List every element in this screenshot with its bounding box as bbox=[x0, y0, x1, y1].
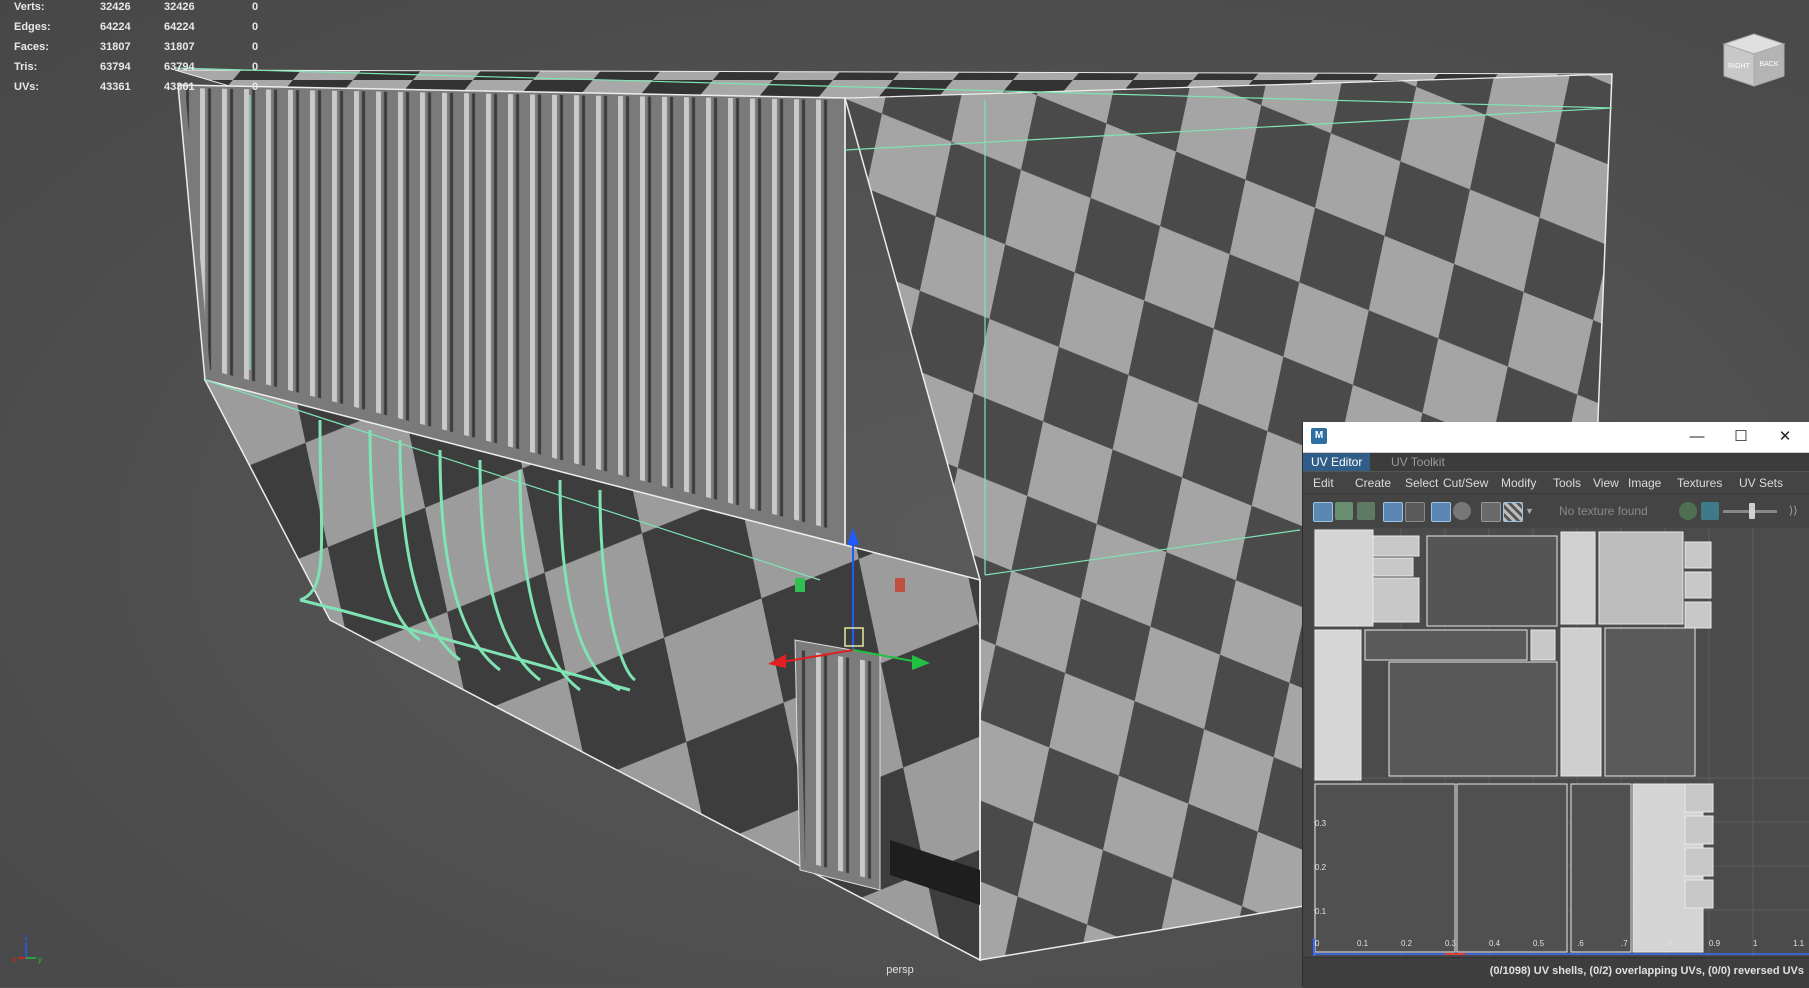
uv-frame-icon[interactable] bbox=[1383, 502, 1403, 522]
viewcube-back-label: BACK bbox=[1759, 61, 1778, 68]
uv-editor-window[interactable]: M — ☐ ✕ UV Editor UV Toolkit Edit Create… bbox=[1302, 422, 1809, 988]
menu-select[interactable]: Select bbox=[1405, 472, 1438, 494]
minimize-button[interactable]: — bbox=[1675, 422, 1719, 452]
uv-editor-menubar: Edit Create Select Cut/Sew Modify Tools … bbox=[1303, 471, 1809, 494]
camera-label: persp bbox=[886, 964, 914, 976]
stat-row-faces: Faces: 31807 31807 0 bbox=[14, 41, 259, 53]
uv-grid-icon[interactable] bbox=[1405, 502, 1425, 522]
poly-count-hud: Verts: 32426 32426 0 Edges: 64224 64224 … bbox=[14, 0, 274, 100]
uv-tick-x-10: 1 bbox=[1753, 939, 1758, 948]
uv-layout-canvas[interactable]: 0 0.1 0.2 0.3 0.4 0.5 .6 .7 .8 0.9 1 1.1… bbox=[1313, 528, 1809, 956]
toolbar-expand-icon[interactable]: ⟩⟩ bbox=[1789, 502, 1803, 520]
maximize-button[interactable]: ☐ bbox=[1719, 422, 1763, 452]
uv-wire-icon[interactable] bbox=[1431, 502, 1451, 522]
stat-row-tris: Tris: 63794 63794 0 bbox=[14, 61, 259, 73]
uv-checker-icon[interactable] bbox=[1503, 502, 1523, 522]
uv-editor-statusbar: (0/1098) UV shells, (0/2) overlapping UV… bbox=[1303, 957, 1809, 988]
viewcube-right-label: RIGHT bbox=[1728, 63, 1751, 70]
checker-dropdown-icon[interactable]: ▼ bbox=[1525, 502, 1535, 520]
axis-z-label: z bbox=[24, 933, 28, 942]
uv-tick-y-1: 0.2 bbox=[1315, 863, 1327, 872]
maya-app-icon: M bbox=[1311, 428, 1327, 444]
uv-editor-tabs: UV Editor UV Toolkit bbox=[1303, 453, 1809, 471]
uv-tick-y-0: 0.3 bbox=[1315, 819, 1327, 828]
uv-tick-x-11: 1.1 bbox=[1793, 939, 1805, 948]
tab-uv-toolkit[interactable]: UV Toolkit bbox=[1383, 453, 1453, 471]
uv-tick-x-4: 0.4 bbox=[1489, 939, 1501, 948]
tab-uv-editor[interactable]: UV Editor bbox=[1303, 453, 1371, 471]
uv-tick-x-3: 0.3 bbox=[1445, 939, 1457, 948]
menu-image[interactable]: Image bbox=[1628, 472, 1661, 494]
menu-uv-sets[interactable]: UV Sets bbox=[1739, 472, 1783, 494]
menu-tools[interactable]: Tools bbox=[1553, 472, 1581, 494]
uv-editor-titlebar[interactable]: M — ☐ ✕ bbox=[1303, 422, 1809, 453]
uv-editor-toolbar: ▼ No texture found ⟩⟩ bbox=[1303, 493, 1809, 528]
exposure-slider-thumb[interactable] bbox=[1749, 503, 1755, 519]
uv-tick-x-8: .8 bbox=[1665, 939, 1672, 948]
uv-tick-x-2: 0.2 bbox=[1401, 939, 1413, 948]
stat-row-uvs: UVs: 43361 43361 0 bbox=[14, 81, 259, 93]
menu-cut-sew[interactable]: Cut/Sew bbox=[1443, 472, 1488, 494]
axis-x-label: x bbox=[12, 955, 16, 964]
menu-view[interactable]: View bbox=[1593, 472, 1619, 494]
axis-y-label: y bbox=[38, 955, 42, 964]
stat-row-verts: Verts: 32426 32426 0 bbox=[14, 1, 259, 13]
uv-tick-y-2: 0.1 bbox=[1315, 907, 1327, 916]
close-button[interactable]: ✕ bbox=[1763, 422, 1807, 452]
axis-gizmo-icon: x y z bbox=[12, 933, 42, 964]
stat-row-edges: Edges: 64224 64224 0 bbox=[14, 21, 259, 33]
uv-tick-x-6: .6 bbox=[1577, 939, 1584, 948]
uv-tick-x-7: .7 bbox=[1621, 939, 1628, 948]
uv-shell-icon[interactable] bbox=[1313, 502, 1333, 522]
image-icon[interactable] bbox=[1701, 502, 1719, 520]
menu-create[interactable]: Create bbox=[1355, 472, 1391, 494]
view-cube[interactable]: RIGHT BACK bbox=[1720, 28, 1788, 90]
uv-tick-x-0: 0 bbox=[1315, 939, 1320, 948]
uv-snapshot-icon[interactable] bbox=[1481, 502, 1501, 522]
rgb-channel-icon[interactable] bbox=[1679, 502, 1697, 520]
menu-edit[interactable]: Edit bbox=[1313, 472, 1334, 494]
uv-tick-x-5: 0.5 bbox=[1533, 939, 1545, 948]
uv-layout-icon[interactable] bbox=[1335, 502, 1353, 520]
menu-textures[interactable]: Textures bbox=[1677, 472, 1722, 494]
uv-tick-x-1: 0.1 bbox=[1357, 939, 1369, 948]
texture-status-label: No texture found bbox=[1559, 504, 1648, 518]
menu-modify[interactable]: Modify bbox=[1501, 472, 1536, 494]
uv-tick-x-9: 0.9 bbox=[1709, 939, 1721, 948]
uv-shaded-icon[interactable] bbox=[1453, 502, 1471, 520]
uv-status-text: (0/1098) UV shells, (0/2) overlapping UV… bbox=[1489, 965, 1804, 977]
uv-stack-icon[interactable] bbox=[1357, 502, 1375, 520]
